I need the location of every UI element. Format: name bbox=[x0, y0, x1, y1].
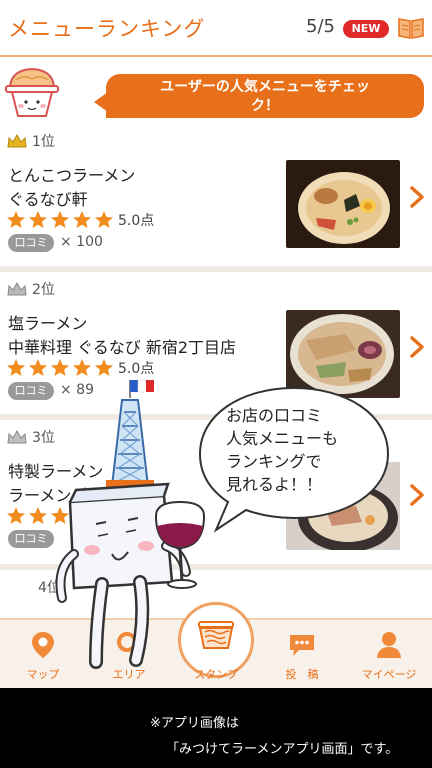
chevron-right-icon[interactable] bbox=[408, 186, 426, 208]
rank-header: 1位 bbox=[6, 130, 55, 150]
rank-header: 2位 bbox=[6, 278, 55, 298]
shop-name: 中華料理 ぐるなび 新宿2丁目店 bbox=[8, 338, 237, 357]
star-icon bbox=[29, 359, 47, 376]
star-icon bbox=[51, 211, 69, 228]
page-title: メニューランキング bbox=[8, 17, 206, 41]
speech-text: お店の口コミ 人気メニューも ランキングで 見れるよ！！ bbox=[226, 404, 386, 496]
info-banner: ユーザーの人気メニューをチェッ ク！ bbox=[106, 74, 424, 118]
book-icon[interactable] bbox=[398, 16, 424, 40]
banner-line-2: ク！ bbox=[251, 98, 279, 114]
footnote-line-1: ※アプリ画像は bbox=[150, 716, 239, 731]
star-icon bbox=[73, 211, 91, 228]
new-badge: NEW bbox=[343, 20, 389, 38]
chevron-right-icon[interactable] bbox=[408, 484, 426, 506]
menu-name: 塩ラーメン bbox=[8, 314, 88, 333]
rank-label: 1位 bbox=[32, 133, 55, 150]
gold-crown-icon bbox=[7, 133, 27, 147]
star-icon bbox=[95, 359, 113, 376]
person-icon bbox=[377, 632, 401, 658]
tab-post[interactable]: 投 稿 bbox=[259, 620, 345, 688]
star-rating: 5.0点 bbox=[6, 210, 154, 230]
tab-label: 投 稿 bbox=[285, 668, 319, 681]
rank-item-1[interactable]: 1位 とんこつラーメン ぐるなび軒 5.0点 口コミ × 100 bbox=[0, 130, 432, 260]
star-icon bbox=[7, 211, 25, 228]
review-count: × 100 bbox=[60, 234, 103, 250]
silver-crown-icon bbox=[7, 281, 27, 295]
chat-bubble-icon bbox=[290, 635, 314, 656]
banner-line-1: ユーザーの人気メニューをチェッ bbox=[160, 79, 370, 95]
speech-line-4: 見れるよ！！ bbox=[226, 475, 323, 494]
shop-name: ぐるなび軒 bbox=[8, 190, 88, 209]
score-text: 5.0点 bbox=[118, 213, 155, 229]
review-badge: 口コミ bbox=[8, 234, 54, 252]
star-icon bbox=[29, 211, 47, 228]
footnote-line-2: 「みつけてラーメンアプリ画面」です。 bbox=[166, 742, 399, 757]
header-divider bbox=[0, 55, 432, 57]
tab-label: マイページ bbox=[361, 668, 417, 681]
chevron-right-icon[interactable] bbox=[408, 336, 426, 358]
speech-line-1: お店の口コミ bbox=[226, 406, 323, 425]
menu-name: とんこつラーメン bbox=[8, 166, 136, 185]
star-rating: 5.0点 bbox=[6, 358, 154, 378]
star-icon bbox=[7, 507, 25, 524]
star-icon bbox=[7, 359, 25, 376]
speech-line-3: ランキングで bbox=[226, 452, 322, 471]
rank-label: 2位 bbox=[32, 281, 55, 298]
dish-photo bbox=[286, 160, 400, 248]
ramen-mascot-icon bbox=[5, 67, 59, 117]
star-icon bbox=[73, 359, 91, 376]
app-screen: メニューランキング 5/5 NEW ユーザーの人気メニューをチェッ ク！ 1位 … bbox=[0, 0, 432, 688]
bronze-crown-icon bbox=[7, 429, 27, 443]
star-icon bbox=[95, 211, 113, 228]
score-text: 5.0点 bbox=[118, 361, 155, 377]
header: メニューランキング 5/5 NEW bbox=[0, 0, 432, 57]
star-icon bbox=[51, 359, 69, 376]
speech-line-2: 人気メニューも bbox=[226, 429, 339, 448]
page-count: 5/5 bbox=[306, 16, 335, 37]
divider bbox=[0, 266, 432, 272]
tokyo-tower-mascot bbox=[55, 379, 206, 669]
tab-mypage[interactable]: マイページ bbox=[346, 620, 432, 688]
